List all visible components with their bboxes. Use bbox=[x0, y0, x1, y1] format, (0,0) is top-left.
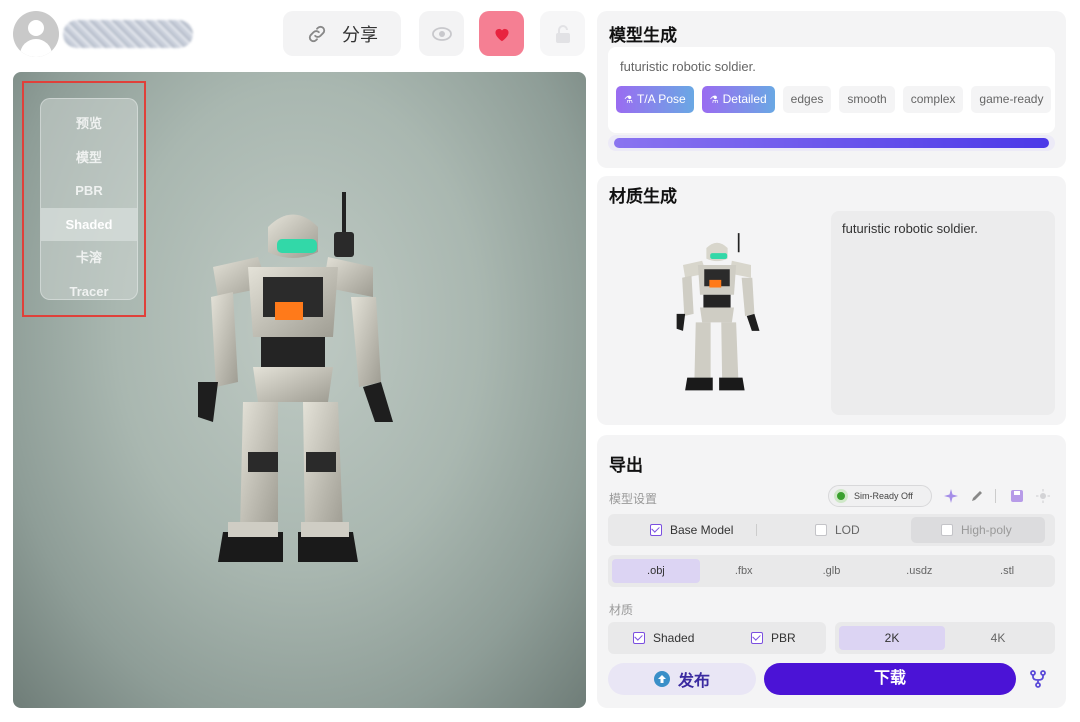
model-settings-label: 模型设置 bbox=[609, 492, 658, 506]
progress-fill bbox=[614, 138, 1049, 148]
pbr-checkbox[interactable] bbox=[751, 632, 763, 644]
base-model-option[interactable]: Base Model bbox=[650, 523, 733, 537]
pen-icon[interactable] bbox=[967, 486, 987, 506]
sim-ready-toggle[interactable]: Sim-Ready Off bbox=[828, 485, 932, 507]
material-label: 材质 bbox=[609, 603, 634, 617]
render-mode-model[interactable]: 模型 bbox=[41, 141, 137, 175]
pbr-option[interactable]: PBR bbox=[751, 631, 796, 645]
high-poly-label: High-poly bbox=[961, 523, 1012, 537]
material-generation-title: 材质生成 bbox=[609, 187, 677, 206]
row-divider bbox=[756, 524, 757, 536]
export-title: 导出 bbox=[609, 456, 643, 475]
format-row: .obj .fbx .glb .usdz .stl bbox=[608, 555, 1055, 587]
format-stl[interactable]: .stl bbox=[963, 559, 1051, 583]
avatar[interactable] bbox=[13, 11, 59, 57]
model-viewport[interactable]: 预览 模型 PBR Shaded 卡溶 Tracer bbox=[13, 72, 586, 708]
resolution-row: 2K 4K bbox=[835, 622, 1055, 654]
resolution-4k[interactable]: 4K bbox=[945, 626, 1051, 650]
lod-checkbox[interactable] bbox=[815, 524, 827, 536]
lock-icon bbox=[555, 24, 570, 43]
material-generation-panel: 材质生成 futuristic robotic soldier. bbox=[597, 176, 1066, 425]
export-panel: 导出 模型设置 Sim-Ready Off Base Model LOD Hig… bbox=[597, 435, 1066, 708]
render-mode-cartoon[interactable]: 卡溶 bbox=[41, 241, 137, 275]
download-button[interactable]: 下载 bbox=[764, 663, 1016, 695]
prompt-box[interactable]: futuristic robotic soldier. T/A Pose Det… bbox=[608, 47, 1055, 133]
shaded-checkbox[interactable] bbox=[633, 632, 645, 644]
base-model-checkbox[interactable] bbox=[650, 524, 662, 536]
pbr-label: PBR bbox=[771, 631, 796, 645]
like-button[interactable] bbox=[479, 11, 524, 56]
tag-game-ready[interactable]: game-ready bbox=[971, 86, 1052, 113]
resolution-2k[interactable]: 2K bbox=[839, 626, 945, 650]
toolbar-divider bbox=[995, 489, 996, 503]
top-bar: 分享 bbox=[0, 0, 590, 68]
material-row: Shaded PBR bbox=[608, 622, 826, 654]
publish-icon bbox=[653, 671, 670, 687]
tag-detailed[interactable]: Detailed bbox=[701, 86, 775, 113]
high-poly-checkbox[interactable] bbox=[941, 524, 953, 536]
tag-complex[interactable]: complex bbox=[902, 86, 964, 113]
tag-smooth[interactable]: smooth bbox=[839, 86, 895, 113]
sparkle-icon[interactable] bbox=[941, 486, 961, 506]
render-mode-menu: 预览 模型 PBR Shaded 卡溶 Tracer bbox=[40, 98, 138, 300]
high-poly-option[interactable]: High-poly bbox=[911, 517, 1045, 543]
model-generation-title: 模型生成 bbox=[609, 26, 677, 45]
toggle-knob bbox=[834, 489, 848, 503]
tag-pose[interactable]: T/A Pose bbox=[616, 86, 694, 113]
sim-ready-label: Sim-Ready Off bbox=[854, 491, 913, 501]
publish-button[interactable]: 发布 bbox=[608, 663, 756, 695]
robot-model-render bbox=[198, 192, 393, 562]
link-icon bbox=[308, 25, 326, 42]
render-mode-preview[interactable]: 预览 bbox=[41, 107, 137, 141]
lod-option[interactable]: LOD bbox=[815, 523, 860, 537]
save-icon[interactable] bbox=[1007, 486, 1027, 506]
base-model-label: Base Model bbox=[670, 523, 734, 537]
app-page: 分享 预览 模型 PBR Shaded 卡溶 Tracer 模型生成 futur… bbox=[0, 0, 1080, 722]
generation-progress-bar bbox=[608, 135, 1055, 151]
robot-thumbnail[interactable] bbox=[657, 231, 777, 401]
format-usdz[interactable]: .usdz bbox=[875, 559, 963, 583]
render-mode-tracer[interactable]: Tracer bbox=[41, 275, 137, 309]
view-button[interactable] bbox=[419, 11, 464, 56]
format-obj[interactable]: .obj bbox=[612, 559, 700, 583]
publish-label: 发布 bbox=[677, 673, 710, 690]
shaded-option[interactable]: Shaded bbox=[633, 631, 694, 645]
share-button[interactable]: 分享 bbox=[283, 11, 401, 56]
lock-button[interactable] bbox=[540, 11, 585, 56]
heart-icon bbox=[494, 28, 509, 41]
shaded-label: Shaded bbox=[653, 631, 695, 645]
format-glb[interactable]: .glb bbox=[788, 559, 876, 583]
username-blurred bbox=[63, 20, 193, 48]
material-prompt-box[interactable]: futuristic robotic soldier. bbox=[831, 211, 1055, 415]
eye-icon bbox=[431, 26, 452, 41]
share-label: 分享 bbox=[342, 24, 378, 45]
model-type-row: Base Model LOD High-poly bbox=[608, 514, 1055, 546]
format-fbx[interactable]: .fbx bbox=[700, 559, 788, 583]
render-mode-shaded[interactable]: Shaded bbox=[41, 207, 137, 241]
render-mode-pbr[interactable]: PBR bbox=[41, 174, 137, 208]
tag-list: T/A Pose Detailed edges smooth complex g… bbox=[616, 86, 1055, 113]
lod-label: LOD bbox=[835, 523, 860, 537]
model-generation-panel: 模型生成 futuristic robotic soldier. T/A Pos… bbox=[597, 11, 1066, 168]
fork-icon[interactable] bbox=[1029, 670, 1047, 688]
prompt-text: futuristic robotic soldier. bbox=[620, 59, 756, 74]
tag-edges[interactable]: edges bbox=[782, 86, 832, 113]
sun-icon[interactable] bbox=[1033, 486, 1053, 506]
